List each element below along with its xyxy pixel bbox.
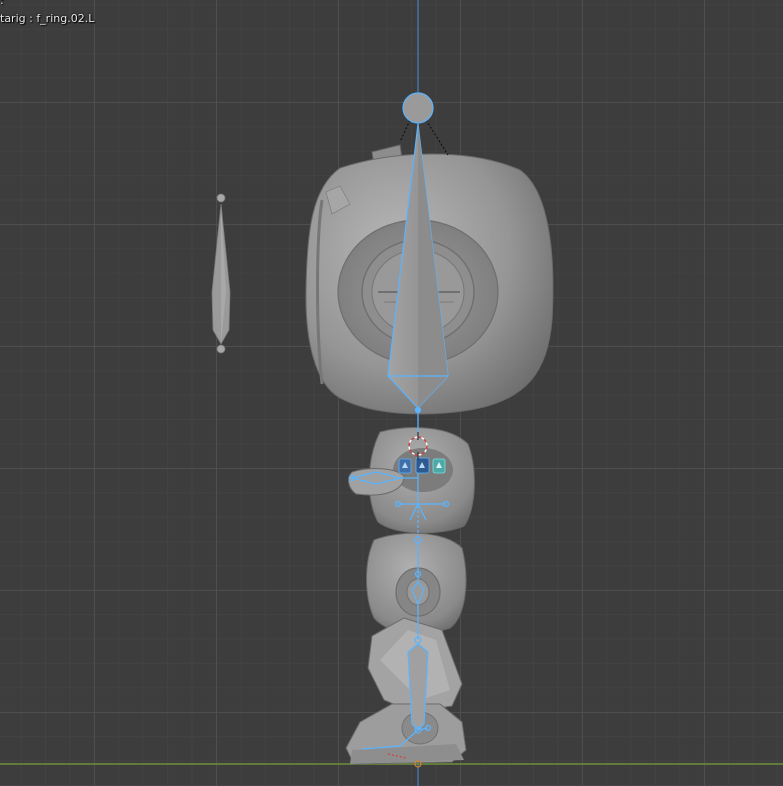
- view-mode-label: :: [0, 0, 4, 7]
- bone-widget-row[interactable]: [398, 457, 446, 474]
- active-object-label: tarig : f_ring.02.L: [0, 12, 95, 25]
- viewport-scene[interactable]: [0, 0, 783, 786]
- floating-bone[interactable]: [211, 193, 231, 354]
- 3d-viewport[interactable]: : tarig : f_ring.02.L: [0, 0, 783, 786]
